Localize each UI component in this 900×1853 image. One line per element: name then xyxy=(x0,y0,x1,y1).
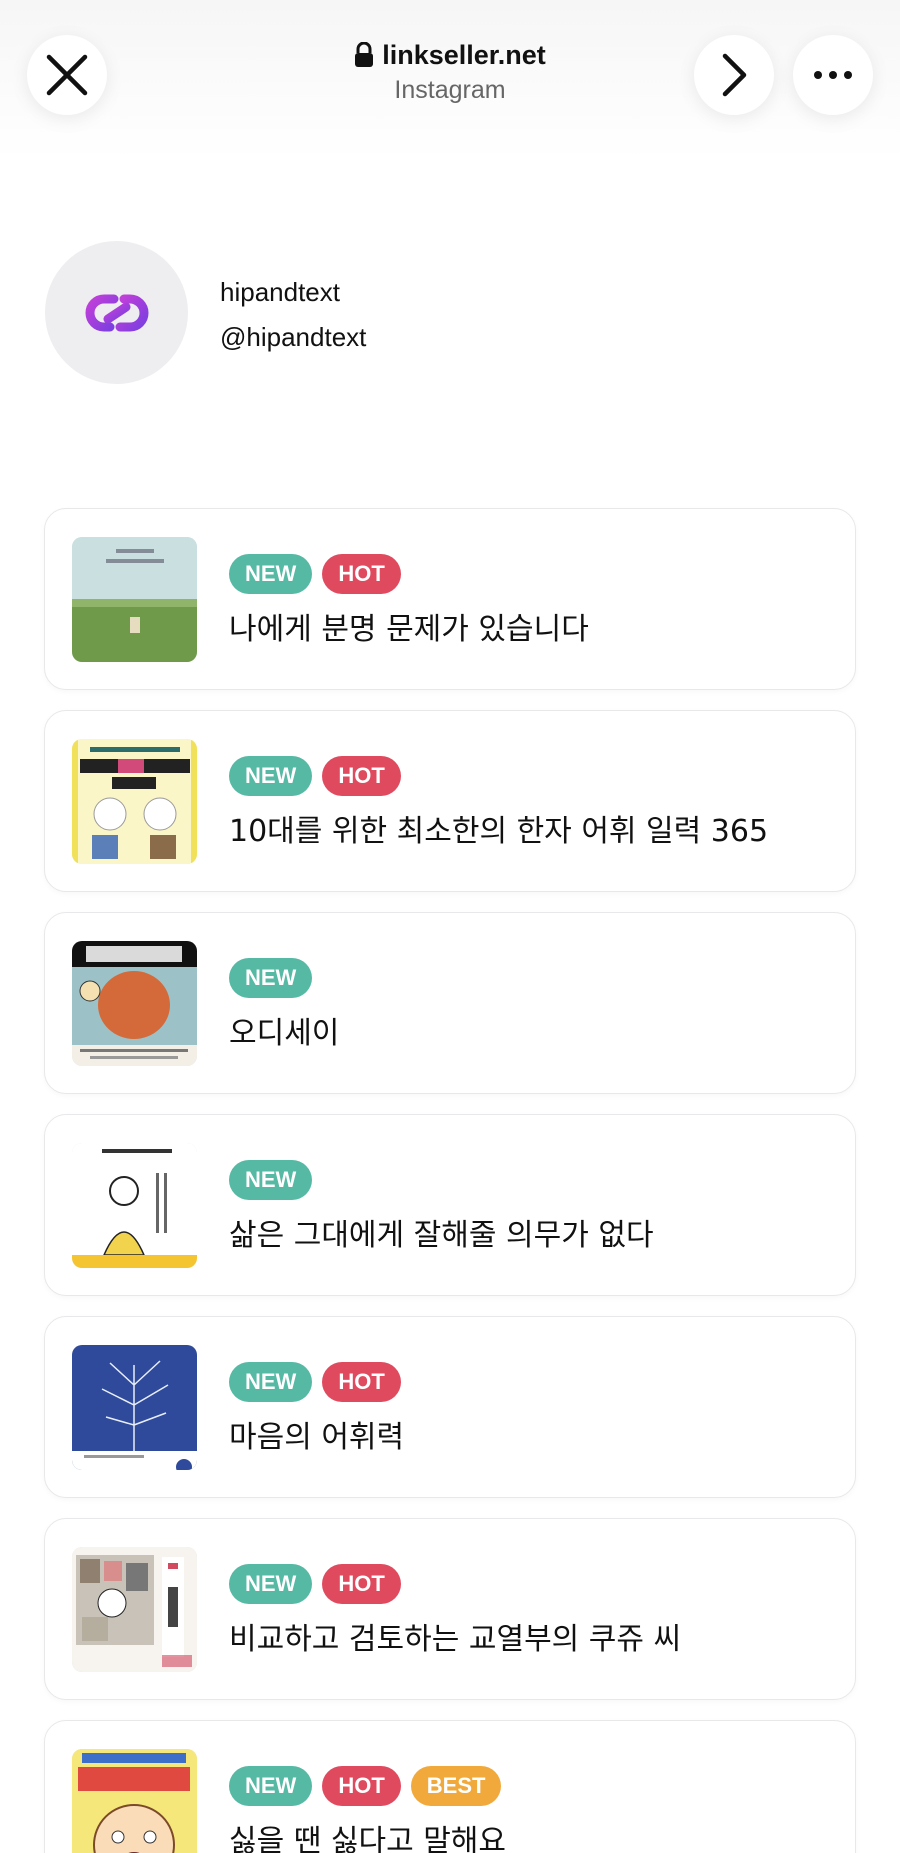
browser-top-bar: linkseller.net Instagram xyxy=(0,0,900,160)
badge-group: NEW HOT BEST xyxy=(229,1766,502,1806)
more-button[interactable] xyxy=(793,35,873,115)
hot-badge: HOT xyxy=(322,554,401,594)
book-cover-thumbnail xyxy=(72,1143,197,1268)
new-badge: NEW xyxy=(229,1766,313,1806)
item-title: 10대를 위한 최소한의 한자 어휘 일력 365 xyxy=(229,814,769,849)
badge-group: NEW HOT xyxy=(229,554,401,594)
list-item[interactable]: NEW HOT 나에게 분명 문제가 있습니다 xyxy=(44,508,856,690)
new-badge: NEW xyxy=(229,958,313,998)
url-text: linkseller.net xyxy=(382,39,546,70)
book-cover-thumbnail xyxy=(72,1547,197,1672)
list-item[interactable]: NEW HOT 마음의 어휘력 xyxy=(44,1316,856,1498)
new-badge: NEW xyxy=(229,756,313,796)
new-badge: NEW xyxy=(229,1160,313,1200)
profile-name: hipandtext xyxy=(220,277,340,307)
list-item[interactable]: NEW HOT 10대를 위한 최소한의 한자 어휘 일력 365 xyxy=(44,710,856,892)
item-title: 싫을 땐 싫다고 말해요 xyxy=(229,1824,507,1853)
new-badge: NEW xyxy=(229,554,313,594)
avatar xyxy=(45,241,188,384)
link-logo-icon xyxy=(85,294,148,331)
list-item[interactable]: NEW 오디세이 xyxy=(44,912,856,1094)
badge-group: NEW HOT xyxy=(229,1564,401,1604)
badge-group: NEW HOT xyxy=(229,1362,401,1402)
hot-badge: HOT xyxy=(322,1362,401,1402)
hot-badge: HOT xyxy=(322,1766,401,1806)
hot-badge: HOT xyxy=(322,756,401,796)
lock-icon xyxy=(355,42,374,67)
best-badge: BEST xyxy=(410,1766,502,1806)
book-cover-thumbnail xyxy=(72,739,197,864)
list-item[interactable]: NEW 삶은 그대에게 잘해줄 의무가 없다 xyxy=(44,1114,856,1296)
forward-button[interactable] xyxy=(694,35,774,115)
address-bar[interactable]: linkseller.net Instagram xyxy=(300,36,600,116)
url-source-label: Instagram xyxy=(394,76,506,104)
close-button[interactable] xyxy=(27,35,107,115)
item-title: 비교하고 검토하는 교열부의 쿠쥬 씨 xyxy=(229,1622,682,1657)
close-icon xyxy=(46,54,88,96)
profile-handle: @hipandtext xyxy=(220,322,367,352)
book-cover-thumbnail xyxy=(72,537,197,662)
hot-badge: HOT xyxy=(322,1564,401,1604)
list-item[interactable]: NEW HOT BEST 싫을 땐 싫다고 말해요 xyxy=(44,1720,856,1853)
chevron-right-icon xyxy=(722,53,747,97)
new-badge: NEW xyxy=(229,1362,313,1402)
book-cover-thumbnail xyxy=(72,1749,197,1853)
item-title: 나에게 분명 문제가 있습니다 xyxy=(229,612,589,647)
badge-group: NEW HOT xyxy=(229,756,401,796)
badge-group: NEW xyxy=(229,958,313,998)
book-cover-thumbnail xyxy=(72,941,197,1066)
item-title: 삶은 그대에게 잘해줄 의무가 없다 xyxy=(229,1218,654,1253)
badge-group: NEW xyxy=(229,1160,313,1200)
item-title: 오디세이 xyxy=(229,1016,340,1051)
new-badge: NEW xyxy=(229,1564,313,1604)
list-item[interactable]: NEW HOT 비교하고 검토하는 교열부의 쿠쥬 씨 xyxy=(44,1518,856,1700)
item-title: 마음의 어휘력 xyxy=(229,1420,405,1455)
more-icon xyxy=(814,71,852,79)
book-cover-thumbnail xyxy=(72,1345,197,1470)
